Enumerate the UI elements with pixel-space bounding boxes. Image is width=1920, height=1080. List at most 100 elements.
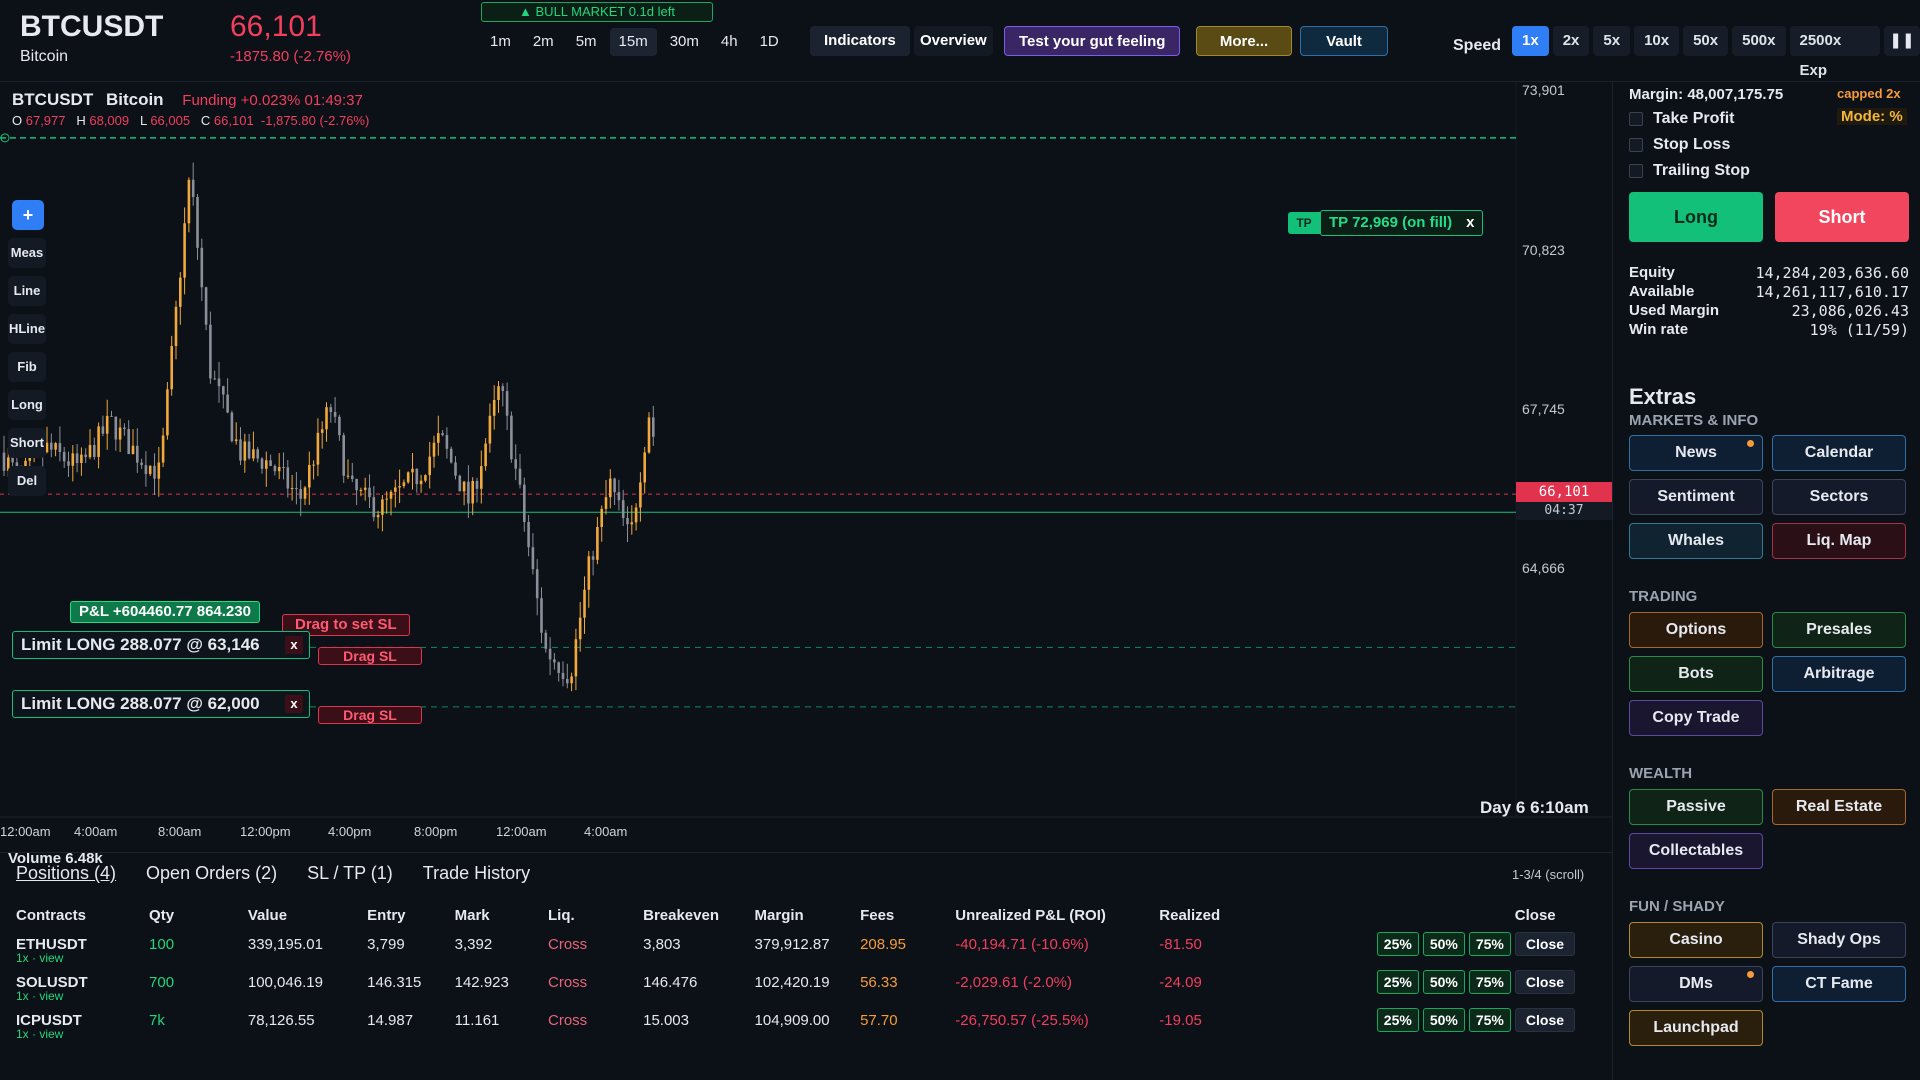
bots-button[interactable]: Bots [1629,656,1763,692]
timeframe-2m[interactable]: 2m [524,28,563,56]
tab-2[interactable]: SL / TP (1) [307,863,393,884]
overview-button[interactable]: Overview [914,26,993,56]
close-50pct-button[interactable]: 50% [1422,970,1465,994]
close-position-button[interactable]: Close [1514,1008,1576,1032]
speed-50x[interactable]: 50x [1683,26,1729,56]
indicators-button[interactable]: Indicators [810,26,910,56]
contract-sub[interactable]: 1x · view [16,951,149,965]
arbitrage-button[interactable]: Arbitrage [1772,656,1906,692]
drag-sl-button[interactable]: Drag SL [318,706,422,724]
speed-500x[interactable]: 500x [1732,26,1786,56]
speed-10x[interactable]: 10x [1634,26,1680,56]
presales-button[interactable]: Presales [1772,612,1906,648]
candle-body [295,488,298,490]
tool-fib[interactable]: Fib [8,352,46,382]
dms-button[interactable]: DMs [1629,966,1763,1002]
contract-cell[interactable]: ETHUSDT 1x · view [16,930,149,968]
limit-order-label[interactable]: Limit LONG 288.077 @ 63,146 x [12,631,310,659]
drag-sl-button[interactable]: Drag SL [318,647,422,665]
tool-line[interactable]: Line [8,276,46,306]
shady-ops-button[interactable]: Shady Ops [1772,922,1906,958]
timeframe-1m[interactable]: 1m [481,28,520,56]
close-25pct-button[interactable]: 25% [1376,932,1419,956]
price-chart[interactable]: BTCUSDT Bitcoin Funding +0.023% 01:49:37… [0,82,1612,867]
tool-short[interactable]: Short [8,428,46,458]
launchpad-button[interactable]: Launchpad [1629,1010,1763,1046]
speed-2500x-Exp[interactable]: 2500x Exp [1789,26,1880,79]
timeframe-30m[interactable]: 30m [661,28,708,56]
cancel-order-icon[interactable]: x [285,636,303,654]
collectables-button[interactable]: Collectables [1629,833,1763,869]
checkbox[interactable] [1629,112,1643,126]
close-75pct-button[interactable]: 75% [1468,1008,1511,1032]
candle-body [471,480,474,504]
close-50pct-button[interactable]: 50% [1422,932,1465,956]
long-button[interactable]: Long [1629,192,1763,242]
tab-0[interactable]: Positions (4) [16,863,116,884]
tool-long[interactable]: Long [8,390,46,420]
timeframe-5m[interactable]: 5m [567,28,606,56]
button-label: CT Fame [1805,975,1873,992]
close-position-button[interactable]: Close [1514,970,1576,994]
mode-toggle[interactable]: Mode: % [1837,108,1907,125]
position-pnl-label[interactable]: P&L +604460.77 864.230 [70,601,260,623]
positions-table: Contracts Qty Value Entry Mark Liq. Breakeven M… [16,899,1612,1044]
close-75pct-button[interactable]: 75% [1468,932,1511,956]
trailing-stop-toggle[interactable]: Trailing Stop [1629,162,1750,180]
candle-body [333,412,337,417]
chart-canvas[interactable] [0,82,1612,852]
contract-cell[interactable]: ICPUSDT 1x · view [16,1006,149,1044]
stop-loss-toggle[interactable]: Stop Loss [1629,136,1730,154]
speed-2x[interactable]: 2x [1552,26,1590,56]
gut-feeling-button[interactable]: Test your gut feeling [1004,26,1181,56]
speed-5x[interactable]: 5x [1593,26,1631,56]
short-button[interactable]: Short [1775,192,1909,242]
tp-label[interactable]: TP 72,969 (on fill) x [1320,210,1484,236]
speed-1x[interactable]: 1x [1512,26,1549,56]
contract-cell[interactable]: SOLUSDT 1x · view [16,968,149,1006]
take-profit-line-label[interactable]: TP TP 72,969 (on fill) x [1288,210,1484,236]
copy-trade-button[interactable]: Copy Trade [1629,700,1763,736]
sectors-button[interactable]: Sectors [1772,479,1906,515]
sentiment-button[interactable]: Sentiment [1629,479,1763,515]
candle-body [531,547,535,570]
ohlc-change: -1,875.80 (-2.76%) [260,113,370,128]
tool-meas[interactable]: Meas [8,238,46,268]
whales-button[interactable]: Whales [1629,523,1763,559]
take-profit-toggle[interactable]: Take Profit [1629,110,1735,128]
limit-order-label[interactable]: Limit LONG 288.077 @ 62,000 x [12,690,310,718]
contract-sub[interactable]: 1x · view [16,1027,149,1041]
real-estate-button[interactable]: Real Estate [1772,789,1906,825]
close-75pct-button[interactable]: 75% [1468,970,1511,994]
checkbox[interactable] [1629,138,1643,152]
vault-button[interactable]: Vault [1300,26,1388,56]
add-tool-icon[interactable]: + [12,200,44,230]
news-button[interactable]: News [1629,435,1763,471]
tab-1[interactable]: Open Orders (2) [146,863,277,884]
cancel-order-icon[interactable]: x [285,695,303,713]
casino-button[interactable]: Casino [1629,922,1763,958]
pause-icon[interactable]: ❚❚ [1883,26,1920,56]
contract-sub[interactable]: 1x · view [16,989,149,1003]
tab-3[interactable]: Trade History [423,863,530,884]
ct-fame-button[interactable]: CT Fame [1772,966,1906,1002]
close-25pct-button[interactable]: 25% [1376,970,1419,994]
tool-del[interactable]: Del [8,466,46,496]
timeframe-1D[interactable]: 1D [751,28,788,56]
options-button[interactable]: Options [1629,612,1763,648]
close-position-button[interactable]: Close [1514,932,1576,956]
timeframe-15m[interactable]: 15m [609,28,657,56]
passive-button[interactable]: Passive [1629,789,1763,825]
candle-body [510,415,513,460]
close-25pct-button[interactable]: 25% [1376,1008,1419,1032]
timeframe-selector: 1m 2m 5m 15m 30m 4h 1D [481,28,788,56]
y-axis-label: 67,745 [1522,401,1565,417]
liq-map-button[interactable]: Liq. Map [1772,523,1906,559]
more-button[interactable]: More... [1196,26,1292,56]
tool-hline[interactable]: HLine [8,314,46,344]
timeframe-4h[interactable]: 4h [712,28,747,56]
checkbox[interactable] [1629,164,1643,178]
close-50pct-button[interactable]: 50% [1422,1008,1465,1032]
tp-remove-icon[interactable]: x [1466,211,1474,235]
calendar-button[interactable]: Calendar [1772,435,1906,471]
